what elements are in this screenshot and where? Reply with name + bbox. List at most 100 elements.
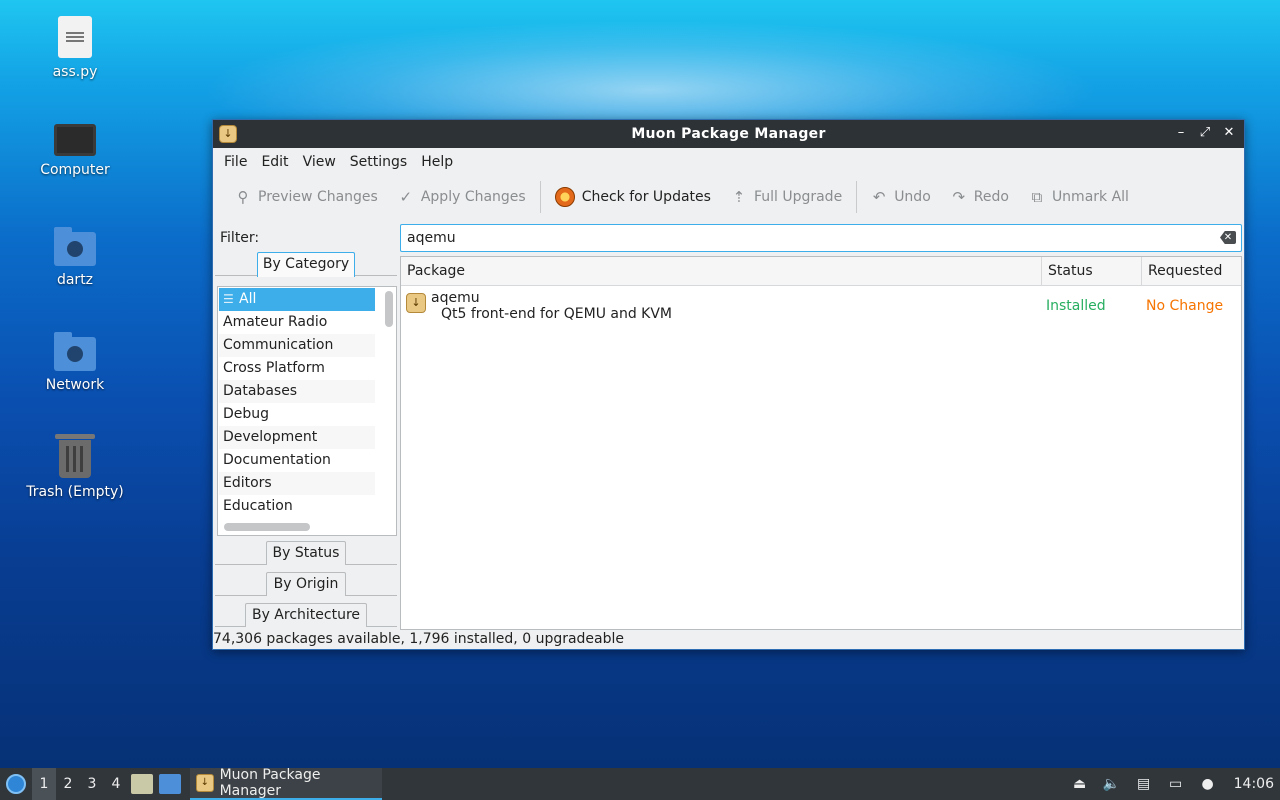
filter-label: Filter: xyxy=(220,230,260,246)
preview-changes-label: Preview Changes xyxy=(258,189,378,205)
package-status: Installed xyxy=(1046,298,1106,314)
category-label: All xyxy=(239,291,257,307)
category-item[interactable]: Debug xyxy=(219,403,375,426)
tab-by-category[interactable]: By Category xyxy=(257,252,355,277)
clear-search-icon[interactable]: ✕ xyxy=(1220,231,1236,244)
category-item[interactable]: Documentation xyxy=(219,449,375,472)
undo-label: Undo xyxy=(894,189,931,205)
column-header-status[interactable]: Status xyxy=(1042,257,1142,285)
category-item[interactable]: Amateur Radio xyxy=(219,311,375,334)
maximize-button[interactable]: ⤢ xyxy=(1196,124,1214,142)
column-header-package[interactable]: Package xyxy=(401,257,1042,285)
full-upgrade-label: Full Upgrade xyxy=(753,189,843,205)
desktop-icon-computer[interactable]: Computer xyxy=(20,118,130,178)
category-item[interactable]: Development xyxy=(219,426,375,449)
status-tabbar: By Status xyxy=(215,541,397,565)
category-tabbar: By Category xyxy=(215,252,397,277)
search-value: aqemu xyxy=(407,230,456,246)
redo-icon: ↷ xyxy=(952,188,966,206)
desktop-switch-1[interactable]: 1 xyxy=(32,768,56,800)
menu-edit[interactable]: Edit xyxy=(254,154,295,170)
category-item[interactable]: Databases xyxy=(219,380,375,403)
python-file-icon xyxy=(58,16,92,58)
menu-view[interactable]: View xyxy=(296,154,343,170)
titlebar[interactable]: ↓ Muon Package Manager – ⤢ ✕ xyxy=(213,120,1244,148)
network-icon[interactable]: ▭ xyxy=(1166,775,1186,793)
table-header: Package Status Requested xyxy=(401,257,1241,286)
category-item[interactable]: Editors xyxy=(219,472,375,495)
tab-by-status[interactable]: By Status xyxy=(266,541,346,565)
table-row[interactable]: ↓ aqemu Qt5 front-end for QEMU and KVM I… xyxy=(401,286,1241,326)
full-upgrade-button[interactable]: ⇡ Full Upgrade xyxy=(721,180,852,214)
toolbar: ⚲ Preview Changes ✓ Apply Changes Check … xyxy=(213,176,1244,218)
package-manager-icon[interactable]: ↓ xyxy=(219,125,237,143)
package-name: aqemu xyxy=(431,290,480,306)
taskbar: 1 2 3 4 ↓ Muon Package Manager ⏏ 🔈 ▤ ▭ ●… xyxy=(0,767,1280,800)
clipboard-icon[interactable]: ▤ xyxy=(1134,775,1154,793)
file-manager-icon[interactable] xyxy=(131,774,153,794)
vertical-scrollbar[interactable] xyxy=(385,291,393,327)
horizontal-scrollbar[interactable] xyxy=(224,523,310,531)
clock[interactable]: 14:06 xyxy=(1234,776,1274,792)
category-item[interactable]: Cross Platform xyxy=(219,357,375,380)
trash-icon xyxy=(55,434,95,478)
package-manager-icon: ↓ xyxy=(196,774,214,792)
undo-button[interactable]: ↶ Undo xyxy=(861,180,941,214)
desktop-switch-3[interactable]: 3 xyxy=(80,768,104,800)
desktop-switch-4[interactable]: 4 xyxy=(104,768,128,800)
category-item[interactable]: Education xyxy=(219,495,375,518)
tab-by-origin[interactable]: By Origin xyxy=(266,572,346,596)
filter-pane: Filter: By Category ☰ All Amateur Radio C… xyxy=(215,224,397,632)
toolbar-separator xyxy=(539,181,541,213)
redo-label: Redo xyxy=(973,189,1009,205)
minimize-button[interactable]: – xyxy=(1172,124,1190,142)
tab-by-architecture[interactable]: By Architecture xyxy=(245,603,367,627)
window-title: Muon Package Manager xyxy=(631,126,826,142)
menu-file[interactable]: File xyxy=(217,154,254,170)
desktop-icon-ass-py[interactable]: ass.py xyxy=(20,16,130,80)
desktop-icon-dartz[interactable]: dartz xyxy=(20,222,130,288)
menubar: File Edit View Settings Help xyxy=(213,148,1244,176)
computer-icon xyxy=(54,124,96,156)
category-list[interactable]: ☰ All Amateur Radio Communication Cross P… xyxy=(217,286,397,536)
category-item[interactable]: Communication xyxy=(219,334,375,357)
show-desktop-icon[interactable] xyxy=(159,774,181,794)
taskbar-item-muon[interactable]: ↓ Muon Package Manager xyxy=(190,767,382,800)
package-description: Qt5 front-end for QEMU and KVM xyxy=(441,306,673,322)
menu-help[interactable]: Help xyxy=(414,154,460,170)
architecture-tabbar: By Architecture xyxy=(215,603,397,627)
preview-changes-button[interactable]: ⚲ Preview Changes xyxy=(225,180,388,214)
origin-tabbar: By Origin xyxy=(215,572,397,596)
network-folder-icon xyxy=(54,332,96,371)
undo-icon: ↶ xyxy=(872,188,886,206)
unmark-all-button[interactable]: ⧉ Unmark All xyxy=(1019,180,1139,214)
desktop-icon-trash[interactable]: Trash (Empty) xyxy=(20,432,130,500)
check-for-updates-button[interactable]: Check for Updates xyxy=(545,180,721,214)
package-table: Package Status Requested ↓ aqemu Qt5 fro… xyxy=(400,256,1242,630)
update-icon xyxy=(554,187,575,207)
home-folder-icon xyxy=(54,227,96,266)
upgrade-arrow-icon: ⇡ xyxy=(732,188,746,206)
desktop-switch-2[interactable]: 2 xyxy=(56,768,80,800)
desktop-icon-label: Computer xyxy=(40,162,110,178)
column-header-requested[interactable]: Requested xyxy=(1142,257,1241,285)
eject-icon[interactable]: ⏏ xyxy=(1070,775,1090,793)
start-menu-button[interactable] xyxy=(0,768,32,800)
desktop-icon-network[interactable]: Network xyxy=(20,327,130,393)
package-icon: ↓ xyxy=(406,293,426,313)
desktop-icon-label: dartz xyxy=(56,272,94,288)
category-item-all[interactable]: ☰ All xyxy=(219,288,375,311)
redo-button[interactable]: ↷ Redo xyxy=(941,180,1019,214)
close-button[interactable]: ✕ xyxy=(1220,124,1238,142)
muon-window: ↓ Muon Package Manager – ⤢ ✕ File Edit V… xyxy=(212,119,1245,650)
volume-icon[interactable]: 🔈 xyxy=(1102,775,1122,793)
apply-changes-label: Apply Changes xyxy=(420,189,526,205)
apply-changes-button[interactable]: ✓ Apply Changes xyxy=(388,180,536,214)
lubuntu-logo-icon xyxy=(6,774,26,794)
menu-settings[interactable]: Settings xyxy=(343,154,414,170)
toolbar-separator xyxy=(856,181,858,213)
search-input[interactable]: aqemu ✕ xyxy=(400,224,1242,252)
unmark-icon: ⧉ xyxy=(1031,188,1043,206)
unmark-all-label: Unmark All xyxy=(1051,189,1129,205)
update-notifier-icon[interactable]: ● xyxy=(1198,775,1218,793)
